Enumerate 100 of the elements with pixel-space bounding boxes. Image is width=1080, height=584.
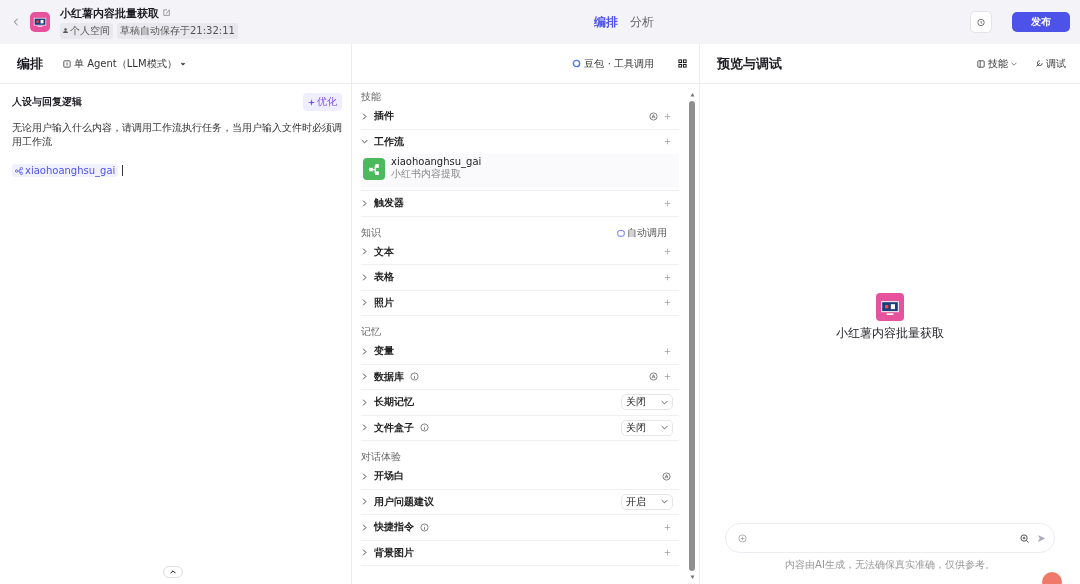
expand-toggle[interactable]	[361, 523, 368, 531]
expand-toggle[interactable]	[361, 472, 368, 480]
add-icon	[664, 138, 671, 146]
add-icon	[664, 199, 671, 207]
chevron-up-icon	[170, 569, 176, 575]
zoom-icon	[1020, 533, 1029, 543]
model-selector[interactable]: 豆包 · 工具调用	[572, 56, 654, 71]
workflow-icon	[15, 166, 23, 175]
add-icon	[664, 273, 671, 281]
send-icon	[1037, 533, 1046, 543]
text-cursor	[122, 165, 124, 176]
item-label: 长期记忆	[374, 395, 414, 410]
info-icon	[410, 372, 419, 382]
item-label: 表格	[374, 270, 394, 285]
workflow-name: xiaohoanghsu_gai	[391, 156, 482, 167]
expand-toggle[interactable]	[361, 112, 368, 120]
item-label: 触发器	[374, 196, 404, 211]
chevron-icon	[361, 398, 368, 406]
add-icon	[664, 523, 671, 531]
panel-icon	[977, 59, 985, 68]
disclaimer-text: 内容由AI生成，无法确保真实准确，仅供参考。	[785, 558, 995, 572]
auto-icon	[649, 372, 658, 382]
back-button[interactable]	[12, 17, 20, 27]
agent-icon	[63, 59, 71, 68]
item-label: 数据库	[374, 369, 404, 384]
expand-toggle[interactable]	[361, 398, 368, 406]
toggle-select[interactable]: 关闭	[621, 419, 673, 436]
auto-icon	[649, 111, 658, 121]
mode-dropdown[interactable]: 单 Agent（LLM模式）	[63, 56, 186, 71]
chevron-icon	[361, 199, 368, 207]
toggle-select[interactable]: 关闭	[621, 394, 673, 411]
expand-toggle[interactable]	[361, 498, 368, 506]
expand-toggle[interactable]	[361, 299, 368, 307]
chevron-icon	[361, 112, 368, 120]
edit-button[interactable]	[163, 9, 171, 17]
item-label: 插件	[374, 109, 394, 124]
app-title: 小红薯内容批量获取	[60, 5, 159, 21]
workflow-card[interactable]: xiaohoanghsu_gai 小红书内容提取	[361, 154, 679, 187]
item-label: 用户问题建议	[374, 494, 434, 509]
chevron-icon	[361, 248, 368, 256]
debug-button[interactable]: 调试	[1035, 56, 1066, 71]
sparkle-icon	[308, 98, 315, 106]
layout-button[interactable]	[678, 59, 687, 68]
item-label: 开场白	[374, 469, 404, 484]
info-icon	[420, 522, 429, 532]
chevron-icon	[361, 299, 368, 307]
section-label: 技能	[361, 90, 381, 104]
expand-toggle[interactable]	[361, 138, 368, 146]
workflow-chip[interactable]: xiaohoanghsu_gai	[12, 164, 119, 177]
edit-icon	[163, 9, 171, 17]
chevron-icon	[361, 549, 368, 557]
expand-toggle[interactable]	[361, 373, 368, 381]
scroll-up-icon	[688, 92, 696, 97]
model-logo-icon	[572, 59, 582, 68]
scrollbar-thumb[interactable]	[689, 101, 695, 571]
add-icon	[664, 373, 671, 381]
toggle-select[interactable]: 开启	[621, 493, 673, 510]
bot-name: 小红薯内容批量获取	[836, 325, 944, 342]
panel-title: 编排	[17, 54, 43, 73]
add-icon	[664, 248, 671, 256]
chevron-icon	[361, 347, 368, 355]
info-icon	[420, 423, 429, 433]
chevron-icon	[361, 472, 368, 480]
nav-tab[interactable]: 编排	[593, 13, 618, 31]
nav-tab[interactable]: 分析	[629, 13, 654, 31]
chevron-icon	[361, 523, 368, 531]
collapse-button[interactable]	[163, 566, 183, 578]
add-icon	[664, 299, 671, 307]
add-icon	[664, 347, 671, 355]
section-label: 知识	[361, 225, 381, 240]
section-title: 人设与回复逻辑	[12, 95, 82, 109]
expand-toggle[interactable]	[361, 273, 368, 281]
expand-toggle[interactable]	[361, 424, 368, 432]
expand-toggle[interactable]	[361, 248, 368, 256]
item-label: 变量	[374, 344, 394, 359]
chevron-icon	[361, 373, 368, 381]
expand-toggle[interactable]	[361, 549, 368, 557]
chevron-icon	[661, 424, 668, 432]
caret-icon	[179, 60, 186, 67]
publish-button[interactable]: 发布	[1012, 12, 1070, 32]
add-icon	[664, 549, 671, 557]
item-label: 照片	[374, 295, 394, 310]
chevron-icon	[1011, 60, 1017, 67]
chevron-icon	[661, 498, 668, 506]
history-button[interactable]	[970, 11, 992, 33]
panel-title: 预览与调试	[717, 54, 782, 73]
expand-toggle[interactable]	[361, 199, 368, 207]
chevron-icon	[661, 398, 668, 406]
auto-call-dropdown[interactable]: 自动调用	[617, 225, 679, 240]
skills-dropdown[interactable]: 技能	[977, 56, 1017, 71]
info-tag: 草稿自动保存于21:32:11	[117, 22, 238, 39]
add-icon	[664, 112, 671, 120]
expand-toggle[interactable]	[361, 347, 368, 355]
chevron-icon	[361, 424, 368, 432]
chevron-icon	[361, 273, 368, 281]
item-label: 文本	[374, 244, 394, 259]
item-label: 快捷指令	[374, 520, 414, 535]
optimize-button[interactable]: 优化	[303, 93, 342, 111]
chevron-icon	[361, 138, 368, 146]
screen-icon	[880, 299, 900, 315]
